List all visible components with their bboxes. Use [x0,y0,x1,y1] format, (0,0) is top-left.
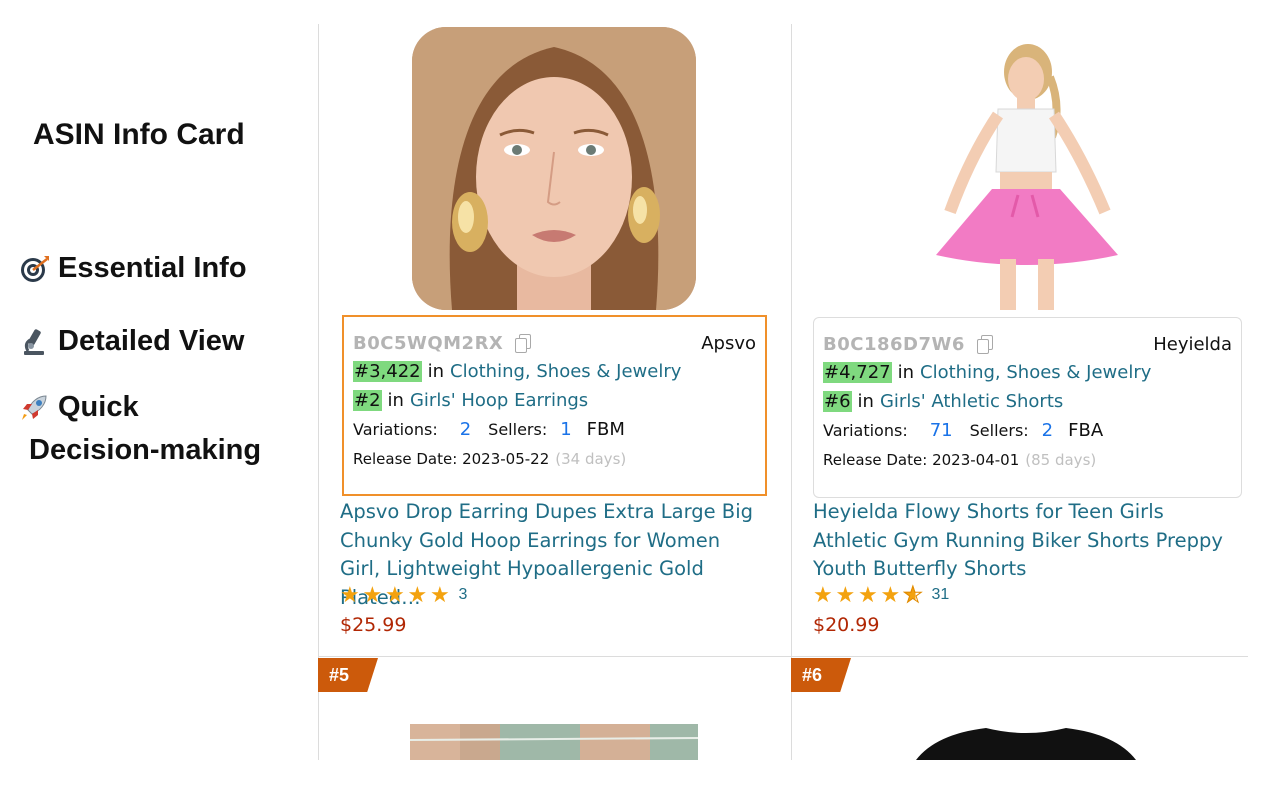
rank-row: #3,422 in Clothing, Shoes & Jewelry [353,357,756,386]
grid-divider [791,24,792,760]
feature-label: Detailed View [58,325,245,357]
release-label: Release Date: [823,451,928,469]
feature-essential-info: Essential Info [18,252,247,285]
release-row: Release Date: 2023-04-01 (85 days) [823,445,1232,475]
rank-number: #4,727 [823,362,892,383]
release-date: 2023-05-22 [462,450,550,468]
star-icon: ★ [430,582,450,607]
release-age: (85 days) [1025,451,1097,469]
star-icon: ★ [362,582,383,607]
feature-detailed-view: Detailed View [18,325,244,358]
rank-category-link[interactable]: Clothing, Shoes & Jewelry [450,361,681,382]
brand-name: Apsvo [701,332,756,354]
rank-in-text: in [427,361,445,382]
asin-info-card: B0C186D7W6 Heyielda #4,727 in Clothing, … [813,317,1242,498]
sellers-count[interactable]: 2 [1042,420,1053,441]
variations-label: Variations: [353,420,438,439]
star-icon: ★ [407,582,428,607]
variations-sellers-row: Variations: 2 Sellers: 1 FBM [353,415,756,444]
asin-code[interactable]: B0C186D7W6 [823,334,965,355]
product-price: $25.99 [340,614,407,636]
grid-divider [318,656,1248,657]
feature-quick-decision: Quick [18,391,139,424]
fulfillment-type: FBA [1068,420,1104,441]
product-image[interactable] [900,27,1160,310]
product-title-link[interactable]: Heyielda Flowy Shorts for Teen Girls Ath… [813,498,1243,584]
grid-divider [318,24,319,760]
product-image[interactable] [412,27,696,310]
variations-count[interactable]: 2 [460,419,471,440]
rank-number: #6 [823,391,852,412]
feature-label-line2: Decision-making [29,434,262,466]
star-icon: ★ [858,582,878,607]
rank-row: #4,727 in Clothing, Shoes & Jewelry [823,358,1232,387]
rank-category-link[interactable]: Girls' Hoop Earrings [410,390,588,411]
release-age: (34 days) [555,450,627,468]
product-image[interactable] [410,724,698,760]
rank-category-link[interactable]: Girls' Athletic Shorts [880,391,1063,412]
review-count[interactable]: 31 [932,586,950,604]
sellers-count[interactable]: 1 [560,419,571,440]
variations-count[interactable]: 71 [930,420,953,441]
rank-in-text: in [387,390,404,411]
feature-label: Essential Info [58,252,247,284]
asin-info-card: B0C5WQM2RX Apsvo #3,422 in Clothing, Sho… [342,315,767,496]
star-rating[interactable]: ★ ★ ★ ★ ★ 3 [340,584,467,606]
target-icon [18,253,50,285]
rank-in-text: in [897,362,915,383]
copy-icon[interactable] [515,334,532,353]
promo-title: ASIN Info Card [33,118,245,151]
star-icon: ★ [385,582,405,607]
asin-code[interactable]: B0C5WQM2RX [353,333,503,354]
variations-label: Variations: [823,421,908,440]
rank-category-link[interactable]: Clothing, Shoes & Jewelry [920,362,1151,383]
bestseller-rank-badge: #5 [318,658,378,692]
rocket-icon [18,392,50,424]
microscope-icon [18,326,50,358]
sellers-label: Sellers: [488,420,548,439]
star-icon: ★ [340,582,360,607]
review-count[interactable]: 3 [459,586,468,604]
sellers-label: Sellers: [969,421,1029,440]
fulfillment-type: FBM [586,419,625,440]
half-star-icon: ★ [903,583,926,606]
copy-icon[interactable] [976,335,993,354]
feature-label: Quick [58,391,139,423]
rank-number: #2 [353,390,382,411]
rank-number: #3,422 [353,361,422,382]
product-price: $20.99 [813,614,880,636]
brand-name: Heyielda [1153,333,1232,355]
product-image[interactable] [916,724,1136,760]
rank-row: #6 in Girls' Athletic Shorts [823,387,1232,416]
release-label: Release Date: [353,450,458,468]
variations-sellers-row: Variations: 71 Sellers: 2 FBA [823,416,1232,445]
star-icon: ★ [813,582,833,607]
rank-in-text: in [857,391,874,412]
rank-row: #2 in Girls' Hoop Earrings [353,386,756,415]
star-icon: ★ [835,582,856,607]
bestseller-rank-badge: #6 [791,658,851,692]
star-rating[interactable]: ★ ★ ★ ★ ★ 31 [813,582,950,607]
release-row: Release Date: 2023-05-22 (34 days) [353,444,756,474]
star-icon: ★ [880,582,901,607]
release-date: 2023-04-01 [932,451,1020,469]
